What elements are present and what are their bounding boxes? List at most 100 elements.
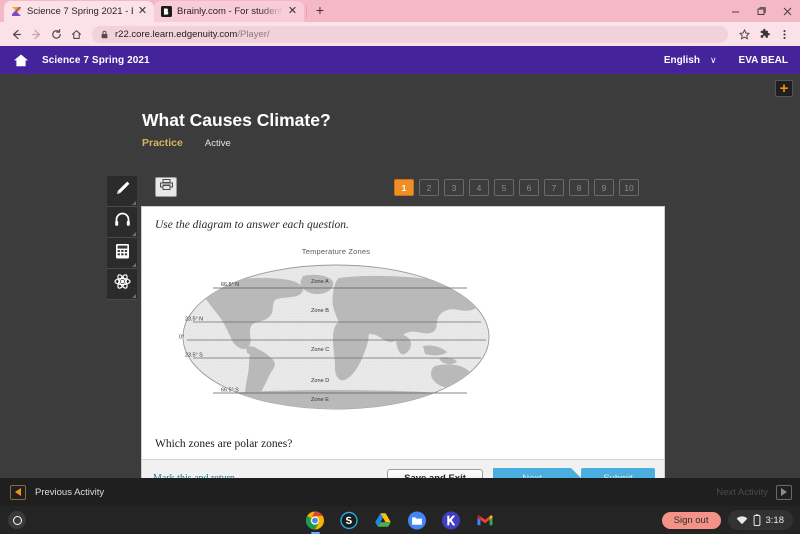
activity-nav-right: Next Activity bbox=[716, 484, 800, 500]
topbar-right: English ∨ EVA BEAL bbox=[664, 55, 800, 66]
instruction-text: Use the diagram to answer each question. bbox=[155, 219, 349, 231]
clock: 3:18 bbox=[765, 514, 785, 526]
launcher-icon[interactable] bbox=[8, 511, 26, 529]
home-icon[interactable] bbox=[0, 53, 42, 68]
printer-icon bbox=[159, 178, 174, 196]
question-button-3[interactable]: 3 bbox=[444, 179, 464, 196]
chromeos-shelf: Sign out 3:18 bbox=[0, 506, 800, 534]
back-icon[interactable] bbox=[6, 24, 26, 44]
edgenuity-icon bbox=[11, 6, 22, 17]
plus-icon: + bbox=[779, 79, 789, 97]
page-title: What Causes Climate? bbox=[142, 110, 331, 130]
wifi-icon bbox=[736, 515, 748, 525]
google-drive-icon[interactable] bbox=[374, 511, 393, 530]
temperature-zones-diagram: Temperature Zones 66.5° N 23.5° N 0° 23.… bbox=[171, 247, 501, 412]
question-button-9[interactable]: 9 bbox=[594, 179, 614, 196]
browser-tab-1[interactable]: Science 7 Spring 2021 - Edgenuit ✕ bbox=[4, 1, 154, 22]
previous-activity-label[interactable]: Previous Activity bbox=[35, 487, 104, 498]
browser-menu-icon[interactable] bbox=[774, 24, 794, 44]
toolbar-actions bbox=[734, 24, 794, 44]
running-indicator bbox=[310, 531, 320, 534]
maximize-icon[interactable] bbox=[748, 0, 774, 22]
lat-label-4: 66.5° S bbox=[221, 388, 239, 394]
zone-label-e: Zone E bbox=[311, 397, 329, 403]
tab-strip: Science 7 Spring 2021 - Edgenuit ✕ Brain… bbox=[0, 0, 800, 22]
files-icon[interactable] bbox=[408, 511, 427, 530]
activity-nav-bar: Previous Activity Next Activity bbox=[0, 478, 800, 506]
question-button-4[interactable]: 4 bbox=[469, 179, 489, 196]
tool-palette bbox=[107, 176, 137, 300]
lat-label-2: 0° bbox=[179, 335, 184, 341]
tab-title: Brainly.com - For students. By st bbox=[177, 5, 283, 17]
launcher-dot bbox=[12, 515, 22, 525]
mode-label: Practice bbox=[142, 137, 183, 149]
chrome-icon[interactable] bbox=[306, 511, 325, 534]
sign-out-button[interactable]: Sign out bbox=[661, 511, 721, 529]
close-icon[interactable]: ✕ bbox=[287, 6, 298, 17]
question-button-7[interactable]: 7 bbox=[544, 179, 564, 196]
zone-label-d: Zone D bbox=[311, 378, 329, 384]
brainly-icon bbox=[161, 6, 172, 17]
screen: Science 7 Spring 2021 - Edgenuit ✕ Brain… bbox=[0, 0, 800, 534]
url-text: r22.core.learn.edgenuity.com/Player/ bbox=[115, 29, 270, 40]
window-controls bbox=[722, 0, 800, 22]
browser-toolbar: r22.core.learn.edgenuity.com/Player/ bbox=[0, 22, 800, 46]
address-bar[interactable]: r22.core.learn.edgenuity.com/Player/ bbox=[92, 25, 728, 43]
zone-label-b: Zone B bbox=[311, 308, 329, 314]
forward-icon bbox=[26, 24, 46, 44]
add-button[interactable]: + bbox=[775, 80, 793, 97]
next-activity-button[interactable] bbox=[776, 484, 792, 500]
headphones-icon bbox=[113, 210, 132, 234]
browser-tab-2[interactable]: Brainly.com - For students. By st ✕ bbox=[154, 1, 304, 22]
lock-icon bbox=[100, 30, 109, 39]
tab-divider bbox=[306, 6, 307, 18]
url-host: r22.core.learn.edgenuity.com bbox=[115, 28, 238, 40]
question-button-8[interactable]: 8 bbox=[569, 179, 589, 196]
zone-label-a: Zone A bbox=[311, 279, 329, 285]
kami-icon[interactable] bbox=[442, 511, 461, 530]
question-button-2[interactable]: 2 bbox=[419, 179, 439, 196]
url-path: /Player/ bbox=[237, 28, 270, 40]
system-tray[interactable]: 3:18 bbox=[727, 510, 793, 530]
language-selector[interactable]: English bbox=[664, 55, 700, 66]
question-button-6[interactable]: 6 bbox=[519, 179, 539, 196]
zone-label-c: Zone C bbox=[311, 347, 329, 353]
chevron-down-icon[interactable]: ∨ bbox=[710, 55, 717, 66]
print-button[interactable] bbox=[155, 177, 177, 197]
course-name: Science 7 Spring 2021 bbox=[42, 54, 150, 66]
next-activity-label: Next Activity bbox=[716, 486, 768, 498]
atom-icon bbox=[113, 272, 132, 296]
question-prompt: Which zones are polar zones? bbox=[155, 438, 293, 450]
question-card: Use the diagram to answer each question.… bbox=[141, 206, 665, 498]
lat-label-3: 23.5° S bbox=[185, 353, 203, 359]
question-button-1[interactable]: 1 bbox=[394, 179, 414, 196]
tab-title: Science 7 Spring 2021 - Edgenuit bbox=[27, 5, 133, 17]
lesson-subheader: Practice Active bbox=[142, 137, 800, 149]
home-icon[interactable] bbox=[66, 24, 86, 44]
question-navigator: 1 2 3 4 5 6 7 8 9 10 bbox=[394, 179, 639, 196]
highlighter-tool[interactable] bbox=[107, 176, 137, 207]
world-map: 66.5° N 23.5° N 0° 23.5° S 66.5° S Zone … bbox=[171, 262, 501, 412]
diagram-title: Temperature Zones bbox=[301, 247, 371, 256]
new-tab-button[interactable]: + bbox=[311, 2, 329, 20]
science-tool[interactable] bbox=[107, 269, 137, 300]
minimize-icon[interactable] bbox=[722, 0, 748, 22]
skype-icon[interactable] bbox=[340, 511, 359, 530]
puzzle-icon[interactable] bbox=[754, 24, 774, 44]
audio-tool[interactable] bbox=[107, 207, 137, 238]
lesson-header: What Causes Climate? Practice Active bbox=[0, 74, 800, 149]
question-button-10[interactable]: 10 bbox=[619, 179, 639, 196]
user-name[interactable]: EVA BEAL bbox=[739, 55, 788, 66]
close-icon[interactable] bbox=[774, 0, 800, 22]
gmail-icon[interactable] bbox=[476, 511, 495, 530]
question-button-5[interactable]: 5 bbox=[494, 179, 514, 196]
calculator-tool[interactable] bbox=[107, 238, 137, 269]
browser-window: Science 7 Spring 2021 - Edgenuit ✕ Brain… bbox=[0, 0, 800, 498]
lat-label-0: 66.5° N bbox=[221, 282, 239, 288]
bookmark-star-icon[interactable] bbox=[734, 24, 754, 44]
reload-icon[interactable] bbox=[46, 24, 66, 44]
status-label: Active bbox=[204, 137, 231, 149]
battery-icon bbox=[753, 514, 761, 526]
close-icon[interactable]: ✕ bbox=[137, 6, 148, 17]
previous-activity-button[interactable] bbox=[10, 484, 26, 500]
